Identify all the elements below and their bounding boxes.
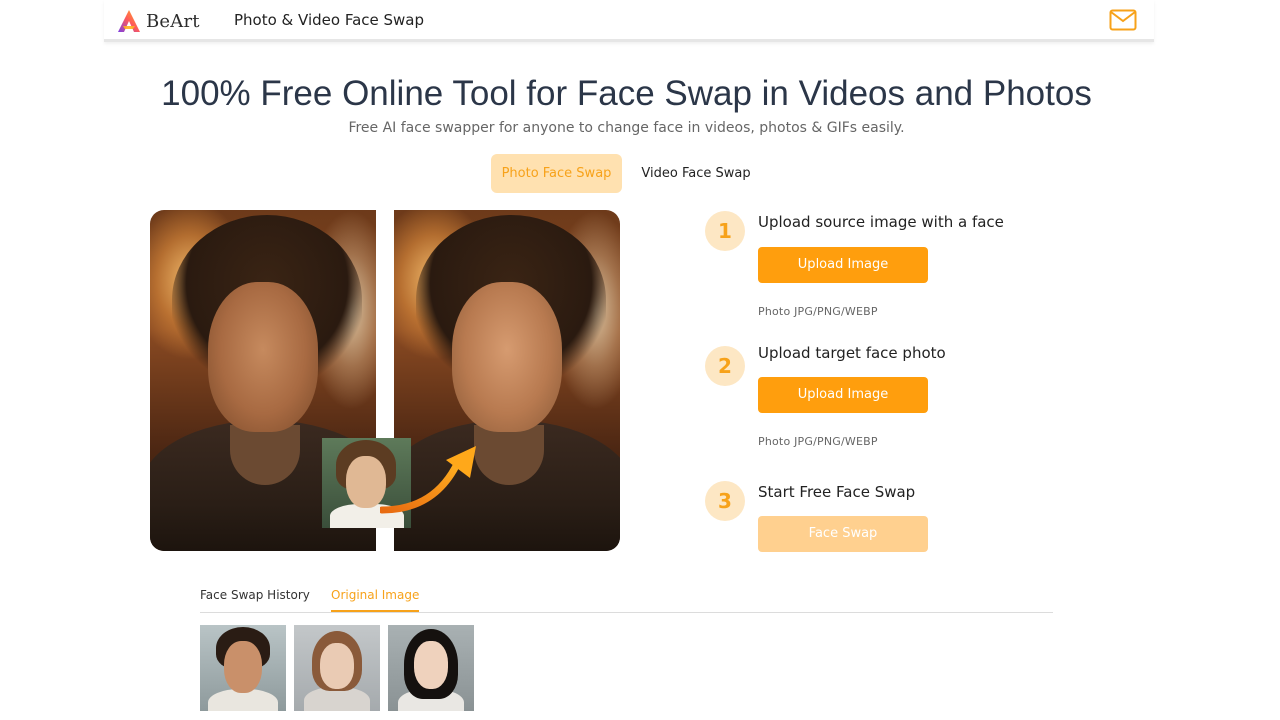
demo-illustration (150, 210, 620, 551)
beart-logo-icon (118, 10, 140, 32)
tab-photo-face-swap[interactable]: Photo Face Swap (491, 154, 622, 193)
tab-original-image[interactable]: Original Image (331, 588, 420, 612)
upload-source-button[interactable]: Upload Image (758, 247, 928, 283)
thumbnail-woman-1[interactable] (294, 625, 380, 711)
step-2-hint: Photo JPG/PNG/WEBP (758, 435, 878, 448)
logo-text: BeArt (146, 10, 200, 32)
step-1-number: 1 (705, 211, 745, 251)
nav-title[interactable]: Photo & Video Face Swap (234, 11, 424, 29)
face-swap-button[interactable]: Face Swap (758, 516, 928, 552)
mail-icon[interactable] (1109, 9, 1137, 31)
step-1-title: Upload source image with a face (758, 213, 1004, 231)
history-tabs: Face Swap History Original Image (200, 584, 1053, 613)
page-subtitle: Free AI face swapper for anyone to chang… (348, 120, 905, 136)
step-1-hint: Photo JPG/PNG/WEBP (758, 305, 878, 318)
tab-video-face-swap[interactable]: Video Face Swap (632, 154, 760, 193)
swap-arrow-icon (380, 446, 476, 514)
top-header: BeArt Photo & Video Face Swap (104, 0, 1154, 42)
step-2-number: 2 (705, 346, 745, 386)
thumbnail-man[interactable] (200, 625, 286, 711)
page: BeArt Photo & Video Face Swap 100% Free … (0, 0, 1280, 720)
step-3-number: 3 (705, 481, 745, 521)
step-3-title: Start Free Face Swap (758, 483, 916, 501)
thumbnail-woman-2[interactable] (388, 625, 474, 711)
page-title: 100% Free Online Tool for Face Swap in V… (161, 74, 1092, 113)
upload-target-button[interactable]: Upload Image (758, 377, 928, 413)
logo[interactable]: BeArt (116, 8, 200, 34)
tab-face-swap-history[interactable]: Face Swap History (200, 588, 310, 610)
step-2-title: Upload target face photo (758, 344, 946, 362)
